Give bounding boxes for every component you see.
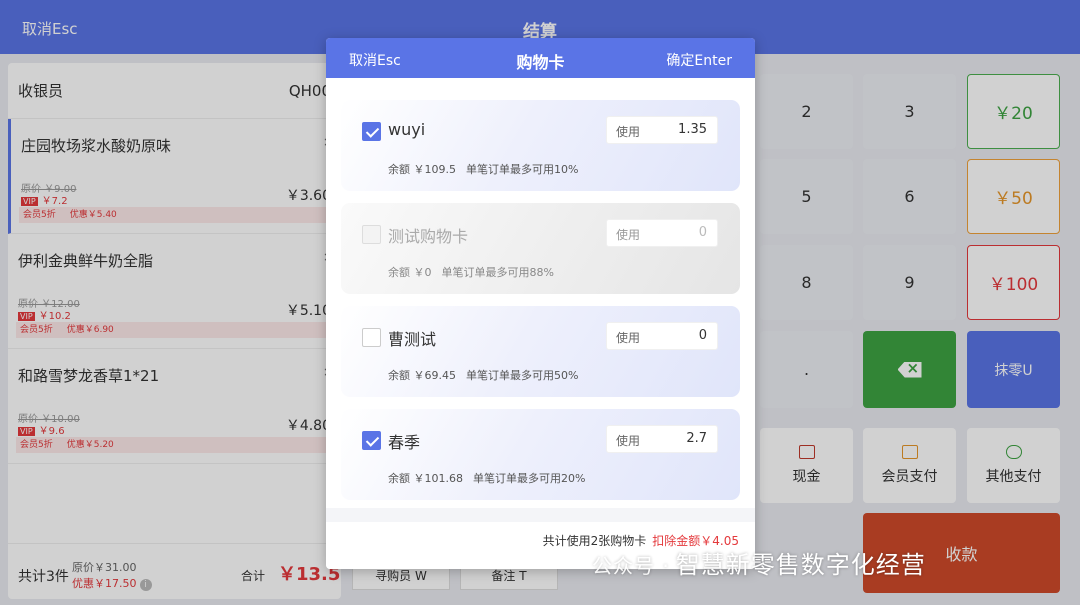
card-meta: 余额 ￥101.68 单笔订单最多可用20% xyxy=(388,472,586,485)
card-use-input[interactable]: 使用 2.7 xyxy=(606,425,718,453)
card-use-input: 使用 0 xyxy=(606,219,718,247)
use-value: 2.7 xyxy=(686,431,707,446)
card-item: 测试购物卡 使用 0 余额 ￥0 单笔订单最多可用88% xyxy=(341,203,740,294)
use-value: 0 xyxy=(698,225,707,240)
card-meta: 余额 ￥109.5 单笔订单最多可用10% xyxy=(388,163,579,176)
card-use-input[interactable]: 使用 1.35 xyxy=(606,116,718,144)
use-label: 使用 xyxy=(616,125,641,139)
card-checkbox[interactable] xyxy=(362,328,381,347)
shopping-card-dialog: 购物卡 取消Esc 确定Enter wuyi 使用 1.35 余额 ￥109.5… xyxy=(326,38,755,569)
card-name: 曹测试 xyxy=(388,330,437,349)
card-name: 测试购物卡 xyxy=(388,227,469,246)
use-value: 1.35 xyxy=(678,122,707,137)
card-checkbox[interactable] xyxy=(362,122,381,141)
dialog-confirm-button[interactable]: 确定Enter xyxy=(666,50,732,70)
use-label: 使用 xyxy=(616,434,641,448)
use-value: 0 xyxy=(698,328,707,343)
card-use-input[interactable]: 使用 0 xyxy=(606,322,718,350)
dialog-cancel-button[interactable]: 取消Esc xyxy=(349,50,401,70)
card-checkbox xyxy=(362,225,381,244)
card-meta: 余额 ￥69.45 单笔订单最多可用50% xyxy=(388,369,579,382)
card-meta: 余额 ￥0 单笔订单最多可用88% xyxy=(388,266,554,279)
card-item[interactable]: 春季 使用 2.7 余额 ￥101.68 单笔订单最多可用20% xyxy=(341,409,740,500)
watermark: 公众号 · 智慧新零售数字化经营 xyxy=(592,551,926,579)
card-checkbox[interactable] xyxy=(362,431,381,450)
dialog-header: 购物卡 取消Esc 确定Enter xyxy=(326,38,755,78)
card-item[interactable]: wuyi 使用 1.35 余额 ￥109.5 单笔订单最多可用10% xyxy=(341,100,740,191)
card-item[interactable]: 曹测试 使用 0 余额 ￥69.45 单笔订单最多可用50% xyxy=(341,306,740,397)
use-label: 使用 xyxy=(616,228,641,242)
use-label: 使用 xyxy=(616,331,641,345)
card-list: wuyi 使用 1.35 余额 ￥109.5 单笔订单最多可用10% 测试购物卡 … xyxy=(326,78,755,508)
card-name: wuyi xyxy=(388,120,426,139)
card-name: 春季 xyxy=(388,433,421,452)
